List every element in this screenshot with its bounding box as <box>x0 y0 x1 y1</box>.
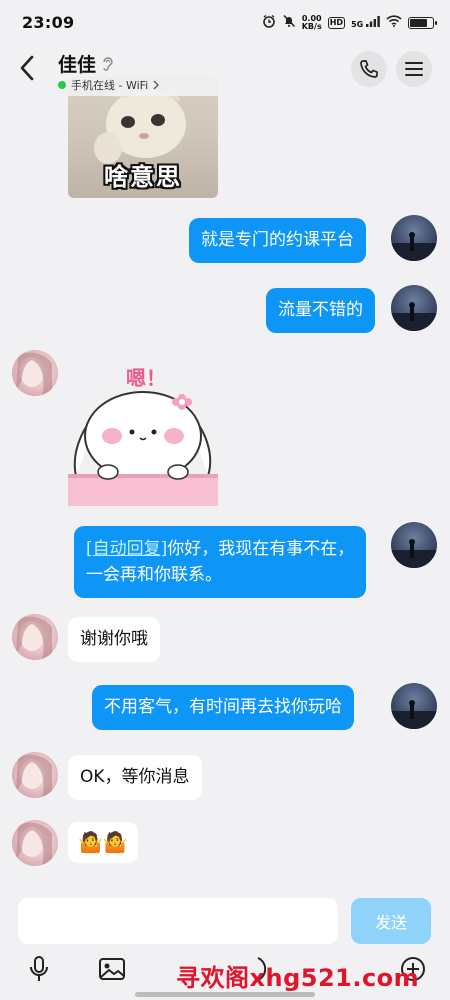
wifi-icon <box>386 15 402 30</box>
send-button[interactable]: 发送 <box>351 898 431 944</box>
my-avatar[interactable] <box>391 683 437 729</box>
silhouette-icon <box>391 700 437 729</box>
silhouette-icon <box>391 539 437 568</box>
status-icons: 0.00 KB/s HD 5G <box>262 13 437 31</box>
status-bar: 23:09 0.00 KB/s HD 5G <box>0 0 450 44</box>
signal-indicator: 5G <box>351 16 380 29</box>
hd-badge: HD <box>327 16 346 29</box>
online-status[interactable]: 手机在线 - WiFi <box>58 77 160 93</box>
girl-photo-icon <box>16 754 52 798</box>
auto-reply-line-2: 一会再和你联系。 <box>86 565 222 585</box>
silhouette-icon <box>391 232 437 261</box>
home-indicator[interactable] <box>135 992 315 997</box>
girl-photo-icon <box>16 616 52 660</box>
emoji-message[interactable]: 🤷🤷 <box>68 822 138 863</box>
message-bubble-outgoing[interactable]: 不用客气，有时间再去找你玩哈 <box>92 685 354 730</box>
contact-avatar[interactable] <box>12 614 58 660</box>
chevron-left-icon <box>20 55 34 81</box>
alarm-icon <box>262 14 276 31</box>
message-input[interactable] <box>18 898 338 944</box>
girl-photo-icon <box>16 822 52 866</box>
girl-photo-icon <box>16 352 52 396</box>
ear-icon <box>103 56 113 71</box>
bunny-sticker[interactable]: 嗯！ <box>68 358 218 506</box>
contact-name[interactable]: 佳佳 <box>58 50 114 77</box>
bunny-illustration <box>68 391 218 506</box>
phone-icon <box>360 60 378 78</box>
auto-reply-tag[interactable]: [自动回复] <box>86 539 167 559</box>
net-speed: 0.00 KB/s <box>301 13 322 31</box>
contact-avatar[interactable] <box>12 350 58 396</box>
watermark: 寻欢阁xhg521.com <box>176 964 420 992</box>
message-bubble-outgoing[interactable]: 流量不错的 <box>266 288 375 333</box>
image-icon <box>99 958 125 980</box>
battery-icon <box>408 16 437 29</box>
voice-button[interactable] <box>24 954 54 984</box>
back-button[interactable] <box>12 50 42 86</box>
contact-avatar[interactable] <box>12 752 58 798</box>
my-avatar[interactable] <box>391 215 437 261</box>
auto-reply-line-1: [自动回复]你好，我现在有事不在， <box>86 539 355 559</box>
my-avatar[interactable] <box>391 285 437 331</box>
image-button[interactable] <box>97 954 127 984</box>
message-bubble-outgoing[interactable]: 就是专门的约课平台 <box>189 218 366 263</box>
call-button[interactable] <box>351 51 387 87</box>
chevron-right-icon <box>153 80 160 90</box>
voice-icon <box>30 956 48 981</box>
message-bubble-incoming[interactable]: OK，等你消息 <box>68 755 202 800</box>
mute-icon <box>282 14 296 31</box>
contact-avatar[interactable] <box>12 820 58 866</box>
menu-icon <box>405 62 423 76</box>
online-dot <box>58 81 66 89</box>
status-time: 23:09 <box>22 13 75 32</box>
auto-reply-bubble[interactable]: [自动回复]你好，我现在有事不在， 一会再和你联系。 <box>74 526 367 598</box>
menu-button[interactable] <box>396 51 432 87</box>
sticker-caption: 啥意思 <box>104 163 182 191</box>
my-avatar[interactable] <box>391 522 437 568</box>
message-bubble-incoming[interactable]: 谢谢你哦 <box>68 617 160 662</box>
silhouette-icon <box>391 302 437 331</box>
chat-header: 佳佳 手机在线 - WiFi <box>0 44 450 96</box>
